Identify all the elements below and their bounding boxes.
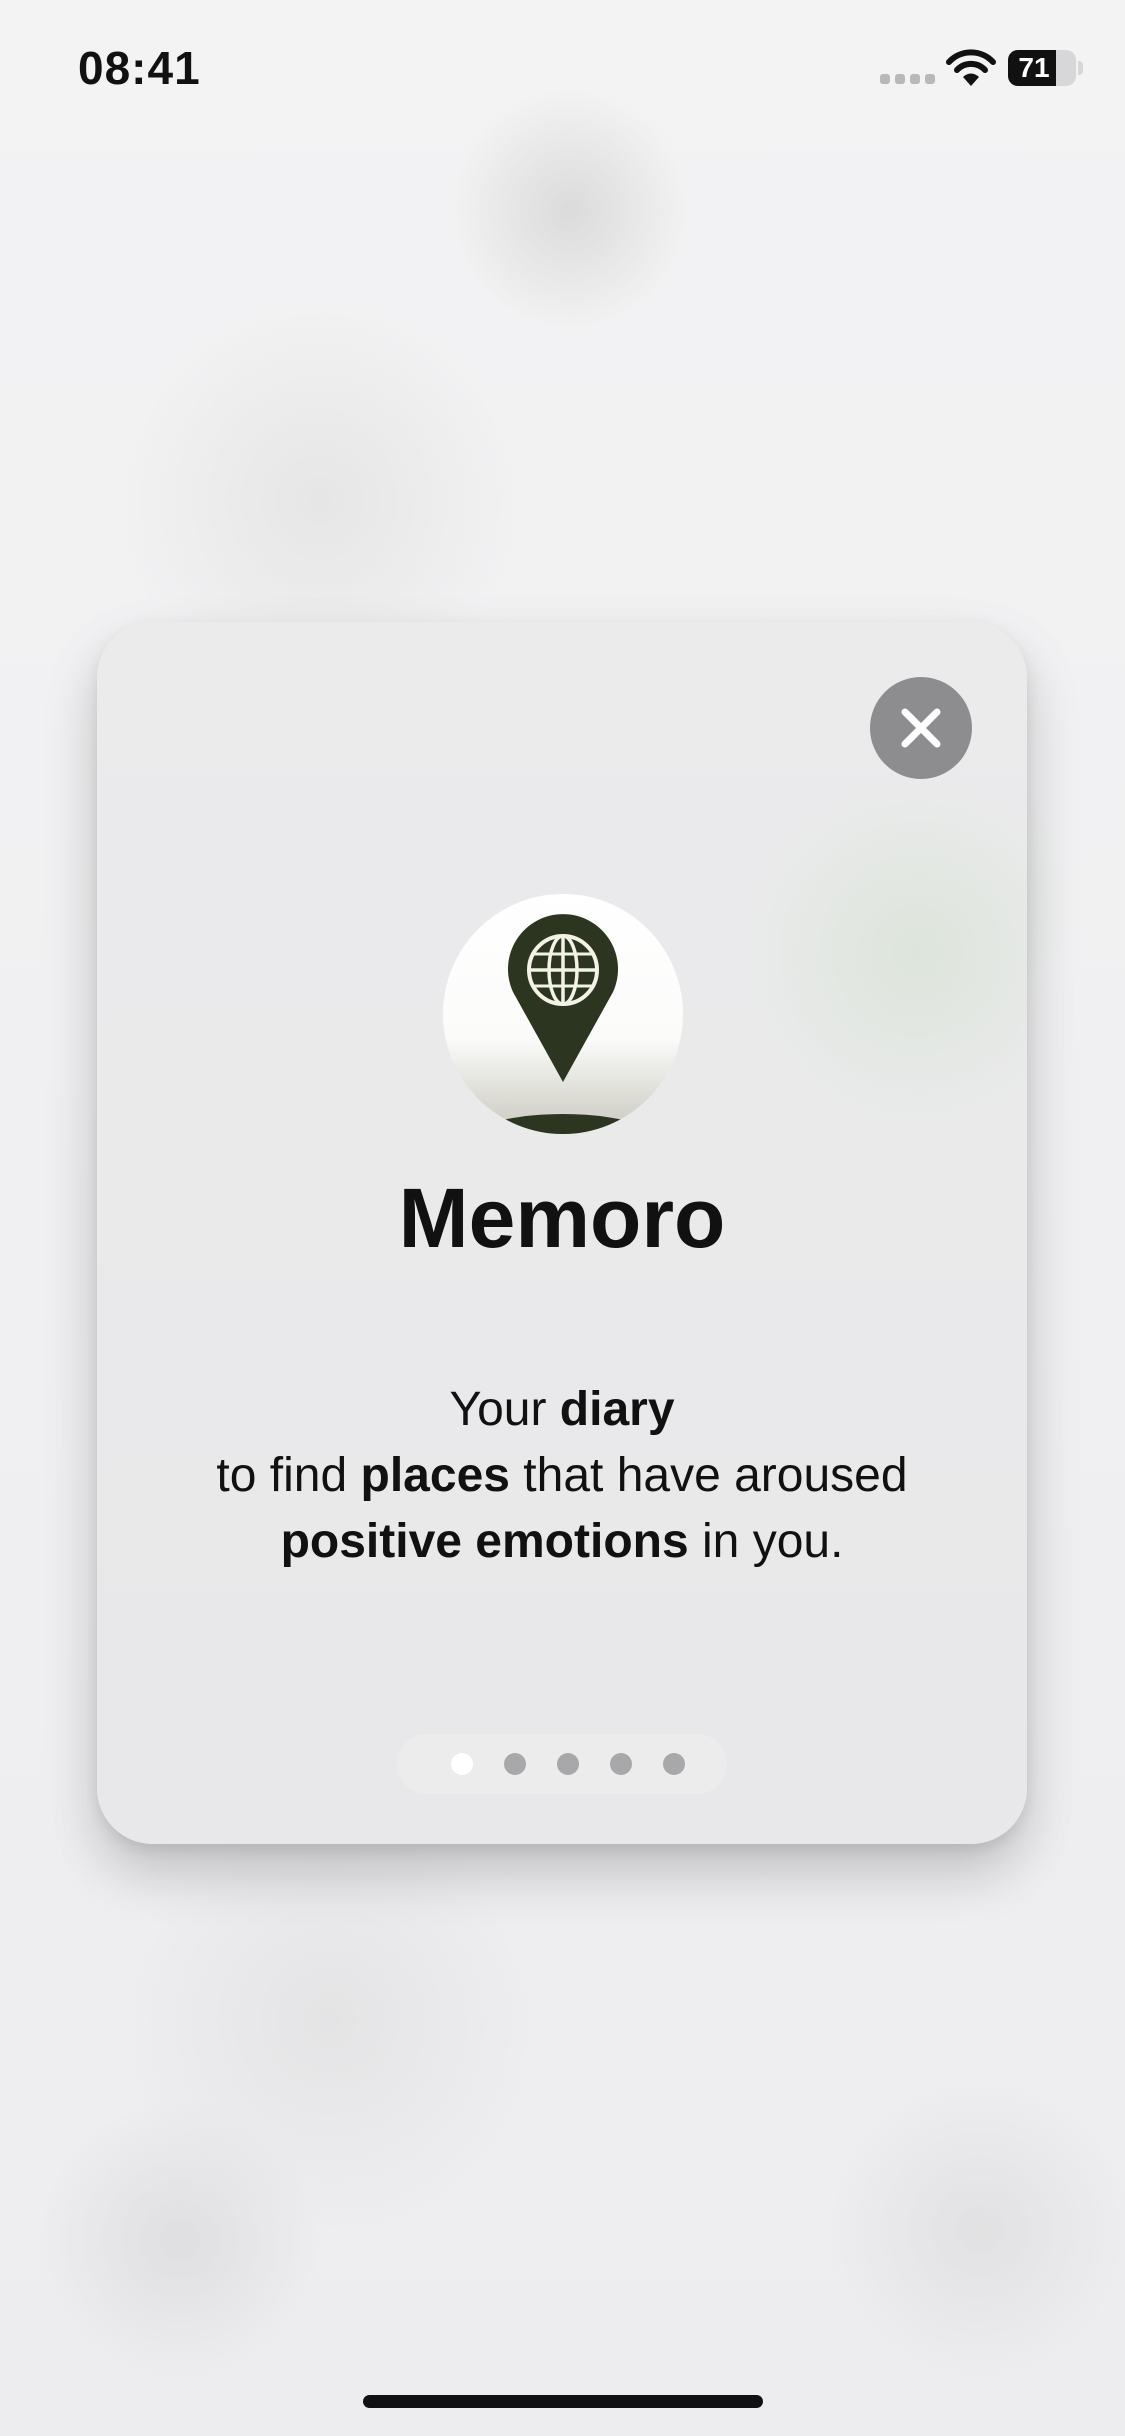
page-dot[interactable] [504,1753,526,1775]
home-indicator[interactable] [363,2395,763,2408]
tagline-text: that have aroused [509,1449,908,1502]
tagline-emphasis: diary [559,1383,675,1436]
tagline-text: in you. [688,1515,844,1568]
app-icon [443,894,683,1134]
tagline-emphasis: positive emotions [280,1515,689,1568]
tagline-line-3: positive emotions in you. [97,1509,1027,1575]
tagline-line-1: Your diary [97,1377,1027,1443]
onboarding-card: Memoro Your diary to find places that ha… [97,622,1027,1844]
tagline: Your diary to find places that have arou… [97,1377,1027,1575]
tagline-emphasis: places [360,1449,510,1502]
battery-icon: 71 [1008,50,1076,86]
page-dot[interactable] [557,1753,579,1775]
card-tint [747,772,1027,1132]
tagline-text: to find [216,1449,361,1502]
battery-level: 71 [1018,52,1050,83]
wifi-icon [946,49,996,86]
close-button[interactable] [870,677,972,779]
tagline-line-2: to find places that have aroused [97,1443,1027,1509]
status-time: 08:41 [78,42,201,94]
app-name: Memoro [398,1171,726,1265]
tagline-text: Your [449,1383,560,1436]
page-dot[interactable] [663,1753,685,1775]
cellular-signal-icon [880,74,936,88]
close-icon [901,708,941,748]
page-dot[interactable] [451,1753,473,1775]
status-bar: 08:41 71 [0,0,1125,132]
page-dot[interactable] [610,1753,632,1775]
map-pin-globe-icon [462,914,664,1134]
page-indicator[interactable] [397,1734,727,1794]
battery-cap [1078,61,1083,75]
